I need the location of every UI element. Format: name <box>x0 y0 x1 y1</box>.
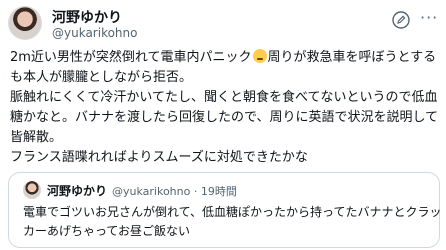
post-line: 糖かなと。バナナを渡したら回復したので、周りに英語で状況を説明して <box>10 110 439 125</box>
post-line: フランス語喋れればよりスムーズに対処できたかな <box>10 150 308 165</box>
post-line: 皆解散。 <box>10 130 63 145</box>
post-body: 2m近い男性が突然倒れて電車内パニック 周りが救急車を呼ぼうとする も本人が朦朧と… <box>10 48 440 168</box>
quote-author-handle: @yukarikohno <box>112 185 191 198</box>
post-line: も本人が朦朧としながら拒否。 <box>10 70 193 85</box>
quote-line: カーあげちゃってお昼ご飯ない <box>23 224 191 238</box>
quote-text: 電車でゴツいお兄さんが倒れて、低血糖ぽかったから持ってたバナナとクラッ カーあげ… <box>23 203 442 241</box>
post-line: 脈触れにくくて冷汗かいてたし、聞くと朝食を食べてないというので低血 <box>10 90 438 105</box>
quoted-post[interactable]: 河野ゆかり @yukarikohno · 19時間 電車でゴツいお兄さんが倒れて… <box>8 172 442 248</box>
quote-time[interactable]: 19時間 <box>201 185 237 198</box>
quote-meta: @yukarikohno · 19時間 <box>112 183 237 199</box>
quote-avatar <box>23 181 41 199</box>
quote-separator: · <box>193 185 198 198</box>
post-line: 2m近い男性が突然倒れて電車内パニック 周りが救急車を呼ぼうとする <box>10 49 437 65</box>
quote-author-name: 河野ゆかり <box>47 184 108 198</box>
author-handle[interactable]: @yukarikohno <box>52 26 137 40</box>
face-emoji <box>252 49 267 63</box>
edit-icon[interactable] <box>391 10 411 30</box>
post-header: 河野ゆかり @yukarikohno ··· <box>8 4 438 44</box>
more-icon[interactable]: ··· <box>420 8 438 27</box>
quote-line: 電車でゴツいお兄さんが倒れて、低血糖ぽかったから持ってたバナナとクラッ <box>23 205 442 219</box>
author-name[interactable]: 河野ゆかり <box>52 7 122 27</box>
avatar[interactable] <box>8 6 42 40</box>
